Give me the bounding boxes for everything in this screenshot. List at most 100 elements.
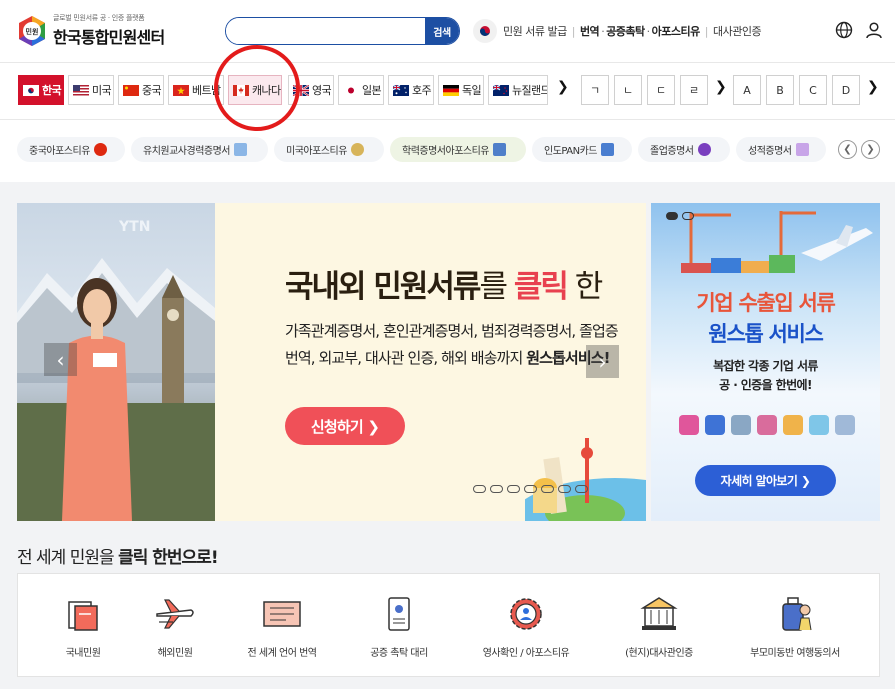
country-tab-germany[interactable]: 독일 [438, 75, 484, 105]
service-apostille[interactable]: 영사확인 / 아포스티유 [461, 592, 591, 659]
banner-next-arrow[interactable]: › [586, 345, 619, 378]
letter-next-icon[interactable]: ❯ [867, 79, 879, 95]
service-notary[interactable]: 공증 촉탁 대리 [334, 592, 464, 659]
nav-document-issue[interactable]: 민원 서류 발급 [503, 23, 567, 39]
chip-usa-apostille[interactable]: 미국아포스티유 [274, 137, 384, 162]
annotation-circle [214, 45, 300, 131]
chip-transcript[interactable]: 성적증명서 [736, 137, 826, 162]
search-input[interactable] [226, 18, 425, 44]
apply-button[interactable]: 신청하기 ❯ [285, 407, 405, 445]
letter-filter-button[interactable]: D [832, 75, 860, 105]
logo-title: 한국통합민원센터 [53, 28, 165, 47]
dress-icon [705, 415, 725, 435]
embassy-building-icon [640, 597, 678, 630]
nav-notary[interactable]: 공증촉탁 [606, 23, 645, 39]
logo-badge-text: 민원 [26, 27, 39, 36]
document-icon [234, 143, 247, 156]
balloon-icon [809, 415, 829, 435]
airplane-icon [156, 599, 194, 629]
side-banner-icon-row [679, 415, 855, 435]
letter-filter-button[interactable]: ㄴ [614, 75, 642, 105]
globe-icon[interactable] [835, 21, 853, 39]
learn-more-button[interactable]: 자세히 알아보기 ❯ [695, 465, 836, 496]
pagination-dot[interactable] [490, 485, 503, 493]
seal-icon [350, 143, 364, 156]
letter-filter-button[interactable]: ㄹ [680, 75, 708, 105]
country-tab-australia[interactable]: 호주 [388, 75, 434, 105]
chip-graduation-certificate[interactable]: 졸업증명서 [638, 137, 730, 162]
main-banner-description: 가족관계증명서, 혼인관계증명서, 범죄경력증명서, 졸업증 번역, 외교부, … [285, 322, 619, 367]
letter-filter-button[interactable]: B [766, 75, 794, 105]
dna-icon [757, 415, 777, 435]
letter-filter-button[interactable]: ㄱ [581, 75, 609, 105]
nav-translation[interactable]: 번역 [580, 23, 600, 39]
korea-flag-icon[interactable] [473, 19, 497, 43]
chip-prev-button[interactable]: ❮ [838, 140, 857, 159]
airplane-icon [835, 415, 855, 435]
site-logo[interactable]: 민원 글로벌 민원서류 공 · 인증 플랫폼 한국통합민원센터 [16, 13, 165, 48]
pagination-dot[interactable] [575, 485, 588, 493]
user-icon[interactable] [865, 21, 883, 39]
search-button[interactable]: 검색 [425, 18, 459, 44]
letter-filter-button[interactable]: ㄷ [647, 75, 675, 105]
country-label: 독일 [462, 84, 482, 97]
country-tab-new-zealand[interactable]: 뉴질랜드 [488, 75, 548, 105]
laptop-icon [731, 415, 751, 435]
country-tab-usa[interactable]: 미국 [68, 75, 114, 105]
certificate-icon [493, 143, 506, 156]
country-next-icon[interactable]: ❯ [557, 79, 569, 95]
side-banner-slide[interactable]: 기업 수출입 서류 원스톱 서비스 복잡한 각종 기업 서류 공 · 인증을 한… [651, 203, 880, 521]
country-label: 뉴질랜드 [512, 84, 548, 97]
lipstick-icon [679, 415, 699, 435]
country-tab-korea[interactable]: 한국 [18, 75, 64, 105]
pagination-dot[interactable] [507, 485, 520, 493]
main-banner-pagination [473, 485, 588, 493]
country-tab-china[interactable]: 중국 [118, 75, 164, 105]
pagination-dot[interactable] [541, 485, 554, 493]
pagination-dot[interactable] [558, 485, 571, 493]
country-label: 한국 [42, 84, 62, 97]
banner-prev-arrow[interactable]: ‹ [44, 343, 77, 376]
transcript-icon [795, 143, 809, 156]
letter-filter-button[interactable]: C [799, 75, 827, 105]
side-banner-pagination [666, 212, 694, 220]
nav-apostille[interactable]: 아포스티유 [652, 23, 701, 39]
letter-next-icon[interactable]: ❯ [715, 79, 727, 95]
chip-diploma-apostille[interactable]: 학력증명서아포스티유 [390, 137, 526, 162]
pagination-dot[interactable] [524, 485, 537, 493]
video-logo-text: YTN [118, 219, 150, 235]
service-travel-consent[interactable]: 부모미동반 여행동의서 [730, 592, 860, 659]
china-flag-icon [123, 84, 139, 96]
id-badge-icon [388, 597, 410, 631]
japan-flag-icon [343, 84, 359, 96]
graduation-cap-icon [697, 143, 711, 156]
letter-filter-button[interactable]: A [733, 75, 761, 105]
country-tab-bar: 한국 미국 중국 베트남 캐나다 영국 일본 호주 독일 뉴질랜드 ❯ ㄱ ㄴ … [0, 62, 895, 120]
chip-next-button[interactable]: ❯ [861, 140, 880, 159]
main-banner-slide[interactable]: YTN ‹ 국내외 민원서류를 클릭 한 가족관계증명서, 혼인관계증명서, 범… [17, 203, 646, 521]
country-tab-japan[interactable]: 일본 [338, 75, 384, 105]
chip-kindergarten-teacher-career[interactable]: 유치원교사경력증명서 [131, 137, 268, 162]
nav-divider: | [571, 24, 576, 38]
chip-india-pan-card[interactable]: 인도PAN카드 [532, 137, 632, 162]
country-label: 일본 [362, 84, 382, 97]
new-zealand-flag-icon [493, 84, 509, 96]
australia-flag-icon [393, 84, 409, 96]
top-nav: 민원 서류 발급 | 번역 · 공증촉탁 · 아포스티유 | 대사관인증 [473, 18, 762, 44]
service-embassy[interactable]: (현지)대사관인증 [594, 592, 724, 659]
pagination-dot[interactable] [682, 212, 694, 220]
landmarks-illustration [525, 438, 646, 521]
pagination-dot[interactable] [473, 485, 486, 493]
chip-china-apostille[interactable]: 중국아포스티유 [17, 137, 125, 162]
service-translation[interactable]: 전 세계 언어 번역 [217, 592, 347, 659]
korea-flag-icon [23, 84, 39, 96]
nav-embassy[interactable]: 대사관인증 [713, 23, 762, 39]
luggage-icon [782, 597, 812, 631]
pagination-dot[interactable] [666, 212, 678, 220]
main-banner-content: 국내외 민원서류를 클릭 한 가족관계증명서, 혼인관계증명서, 범죄경력증명서… [215, 203, 646, 521]
side-banner-description: 복잡한 각종 기업 서류 공 · 인증을 한번에! [713, 359, 818, 392]
vietnam-flag-icon [173, 84, 189, 96]
logo-subtitle: 글로벌 민원서류 공 · 인증 플랫폼 [53, 14, 145, 22]
germany-flag-icon [443, 84, 459, 96]
site-header: 민원 글로벌 민원서류 공 · 인증 플랫폼 한국통합민원센터 검색 민원 서류… [0, 0, 895, 62]
